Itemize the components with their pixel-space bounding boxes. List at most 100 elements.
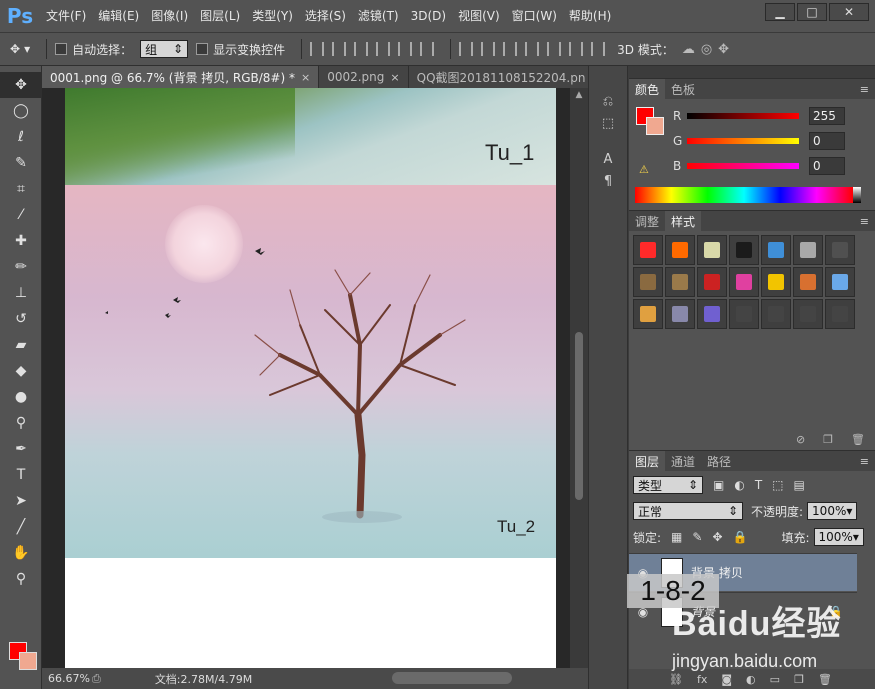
menu-3d[interactable]: 3D(D)	[405, 0, 452, 32]
background-color-swatch[interactable]	[19, 652, 37, 670]
style-swatch[interactable]	[633, 267, 663, 297]
style-swatch[interactable]	[825, 299, 855, 329]
healing-brush-tool-icon[interactable]: ✚	[0, 228, 42, 254]
menu-help[interactable]: 帮助(H)	[563, 0, 617, 32]
lock-all-icon[interactable]: 🔒	[733, 530, 748, 544]
lock-position-icon[interactable]: ✥	[712, 530, 722, 544]
dodge-tool-icon[interactable]: ⚲	[0, 410, 42, 436]
clone-stamp-tool-icon[interactable]: ⊥	[0, 280, 42, 306]
auto-align-icon[interactable]	[591, 42, 606, 56]
align-hcenter-icon[interactable]	[398, 42, 413, 56]
tab-qq-screenshot[interactable]: QQ截图20181108152204.pn	[408, 66, 595, 88]
auto-select-checkbox[interactable]	[55, 43, 68, 55]
3d-roll-icon[interactable]: ◎	[701, 42, 712, 57]
style-swatch[interactable]	[729, 299, 759, 329]
style-swatch[interactable]	[825, 235, 855, 265]
scroll-up-icon[interactable]: ▲	[570, 88, 588, 100]
style-swatch[interactable]	[633, 299, 663, 329]
auto-select-dropdown[interactable]: 组 ⇕	[140, 40, 189, 58]
new-style-icon[interactable]: ❐	[823, 433, 833, 446]
lock-image-icon[interactable]: ✎	[692, 530, 702, 544]
tab-adjustments[interactable]: 调整	[629, 211, 665, 231]
trash-icon[interactable]: 🗑	[851, 433, 865, 446]
style-swatch[interactable]	[665, 299, 695, 329]
paragraph-icon[interactable]: ¶	[589, 170, 627, 192]
marquee-tool-icon[interactable]: ◯	[0, 98, 42, 124]
style-swatch[interactable]	[793, 299, 823, 329]
brush-tool-icon[interactable]: ✏	[0, 254, 42, 280]
close-button[interactable]: ✕	[829, 3, 869, 21]
panel-menu-icon[interactable]: ≡	[860, 83, 869, 96]
menu-type[interactable]: 类型(Y)	[246, 0, 299, 32]
b-track[interactable]	[687, 163, 799, 169]
tab-0002[interactable]: 0002.png ×	[319, 66, 409, 88]
menu-edit[interactable]: 编辑(E)	[92, 0, 145, 32]
align-vcenter-icon[interactable]	[332, 42, 347, 56]
r-track[interactable]	[687, 113, 799, 119]
zoom-level[interactable]: 66.67%	[48, 672, 92, 685]
minimize-button[interactable]: ▁	[765, 3, 795, 21]
style-swatch[interactable]	[697, 235, 727, 265]
warning-icon[interactable]: ⚠	[639, 163, 649, 176]
style-swatch[interactable]	[729, 235, 759, 265]
distribute-left-icon[interactable]	[525, 42, 540, 56]
lock-transparent-icon[interactable]: ▦	[671, 530, 682, 544]
menu-file[interactable]: 文件(F)	[40, 0, 92, 32]
history-brush-tool-icon[interactable]: ↺	[0, 306, 42, 332]
style-swatch[interactable]	[633, 235, 663, 265]
distribute-bottom-icon[interactable]	[503, 42, 518, 56]
tab-layers[interactable]: 图层	[629, 451, 666, 471]
blend-mode-dropdown[interactable]: 正常 ⇕	[633, 502, 743, 520]
slider-b[interactable]: B 0	[673, 155, 869, 177]
zoom-tool-icon[interactable]: ⚲	[0, 566, 42, 592]
b-value[interactable]: 0	[809, 157, 845, 175]
menu-window[interactable]: 窗口(W)	[506, 0, 563, 32]
slider-g[interactable]: G 0	[673, 130, 869, 152]
menu-select[interactable]: 选择(S)	[299, 0, 352, 32]
3d-rotate-icon[interactable]: ☁	[682, 42, 695, 57]
style-swatch[interactable]	[825, 267, 855, 297]
slider-r[interactable]: R 255	[673, 105, 869, 127]
blur-tool-icon[interactable]: ●	[0, 384, 42, 410]
g-value[interactable]: 0	[809, 132, 845, 150]
style-swatch[interactable]	[665, 267, 695, 297]
style-swatch[interactable]	[761, 235, 791, 265]
tab-0001[interactable]: 0001.png @ 66.7% (背景 拷贝, RGB/8#) * ×	[42, 66, 320, 88]
style-swatch[interactable]	[761, 299, 791, 329]
panel-menu-icon[interactable]: ≡	[860, 455, 869, 468]
hand-tool-icon[interactable]: ✋	[0, 540, 42, 566]
r-value[interactable]: 255	[809, 107, 845, 125]
distribute-hcenter-icon[interactable]	[547, 42, 562, 56]
vertical-scroll-thumb[interactable]	[575, 332, 583, 500]
style-swatch[interactable]	[793, 235, 823, 265]
paint-bucket-tool-icon[interactable]: ◆	[0, 358, 42, 384]
tab-paths[interactable]: 路径	[701, 451, 737, 471]
move-tool-icon[interactable]: ✥	[0, 72, 42, 98]
smart-object-filter-icon[interactable]: ▤	[794, 478, 805, 492]
style-swatch[interactable]	[665, 235, 695, 265]
type-filter-icon[interactable]: T	[755, 478, 762, 492]
show-transform-checkbox[interactable]	[196, 43, 209, 55]
character-icon[interactable]: A	[589, 148, 627, 170]
export-icon[interactable]: ⎙	[92, 672, 101, 686]
style-swatch[interactable]	[697, 299, 727, 329]
tab-swatches[interactable]: 色板	[665, 79, 701, 99]
quick-select-tool-icon[interactable]: ✎	[0, 150, 42, 176]
style-swatch[interactable]	[729, 267, 759, 297]
vertical-scrollbar[interactable]: ▲	[570, 88, 588, 668]
horizontal-scroll-thumb[interactable]	[392, 672, 512, 684]
close-icon[interactable]: ×	[390, 71, 399, 84]
pen-tool-icon[interactable]: ✒	[0, 436, 42, 462]
lasso-tool-icon[interactable]: ℓ	[0, 124, 42, 150]
move-tool-preset[interactable]: ✥ ▾	[10, 42, 30, 56]
fill-field[interactable]: 100% ▾	[813, 528, 864, 546]
clear-style-icon[interactable]: ⊘	[796, 433, 805, 446]
align-bottom-icon[interactable]	[354, 42, 369, 56]
line-tool-icon[interactable]: ╱	[0, 514, 42, 540]
style-swatch[interactable]	[697, 267, 727, 297]
pixel-filter-icon[interactable]: ▣	[713, 478, 724, 492]
color-spectrum[interactable]	[635, 187, 853, 203]
tab-color[interactable]: 颜色	[629, 79, 666, 99]
menu-layer[interactable]: 图层(L)	[194, 0, 246, 32]
menu-image[interactable]: 图像(I)	[145, 0, 194, 32]
